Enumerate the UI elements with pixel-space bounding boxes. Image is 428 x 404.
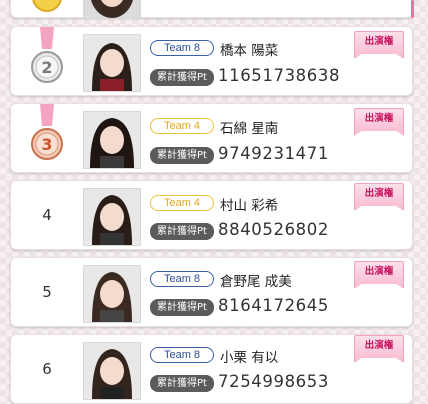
points-value: 8840526802 [218, 220, 329, 239]
member-name: 橋本 陽菜 [220, 43, 279, 59]
gold-medal-icon [32, 0, 62, 12]
rank-number: 4 [42, 206, 52, 224]
ranking-row-2[interactable]: 2 Team 8 橋本 陽菜 累計獲得Pt 11651738638 出演権 [10, 26, 413, 96]
svg-text:3: 3 [41, 135, 52, 154]
rank-cell: 5 [11, 258, 83, 326]
member-name: 石綿 星南 [220, 121, 279, 137]
pt-label: 累計獲得Pt [150, 69, 214, 86]
member-name: 村山 彩希 [220, 198, 279, 214]
member-photo [83, 0, 141, 19]
team-badge: Team 4 [150, 195, 214, 211]
appearance-badge[interactable]: 出演権 [354, 108, 404, 136]
member-name: 倉野尾 成美 [220, 274, 292, 290]
member-photo [83, 188, 141, 246]
ranking-row-4[interactable]: 4 Team 4 村山 彩希 累計獲得Pt 8840526802 出演権 [10, 180, 413, 250]
points-value: 9749231471 [218, 144, 329, 163]
rank-cell: 2 [11, 27, 83, 95]
pt-label: 累計獲得Pt [150, 223, 214, 240]
points-value: 7254998653 [218, 372, 329, 391]
member-photo [83, 342, 141, 400]
team-badge: Team 8 [150, 40, 214, 56]
appearance-badge[interactable]: 出演権 [354, 261, 404, 289]
member-photo [83, 111, 141, 169]
bronze-medal-icon: 3 [31, 104, 63, 160]
rank-cell: 4 [11, 181, 83, 249]
ranking-row-3[interactable]: 3 Team 4 石綿 星南 累計獲得Pt 9749231471 出演権 [10, 103, 413, 173]
silver-medal-icon: 2 [31, 27, 63, 83]
pt-label: 累計獲得Pt [150, 375, 214, 392]
pt-label: 累計獲得Pt [150, 299, 214, 316]
ranking-row-5[interactable]: 5 Team 8 倉野尾 成美 累計獲得Pt 8164172645 出演権 [10, 257, 413, 327]
rank-number: 5 [42, 283, 52, 301]
rank-cell: 3 [11, 104, 83, 172]
team-badge: Team 8 [150, 271, 214, 287]
ranking-row-6[interactable]: 6 Team 8 小栗 有以 累計獲得Pt 7254998653 出演権 [10, 334, 413, 404]
points-value: 8164172645 [218, 296, 329, 315]
pt-label: 累計獲得Pt [150, 147, 214, 164]
scrollbar[interactable] [411, 0, 414, 18]
rank-cell: 6 [11, 335, 83, 403]
team-badge: Team 8 [150, 347, 214, 363]
team-badge: Team 4 [150, 118, 214, 134]
appearance-badge[interactable]: 出演権 [354, 183, 404, 211]
member-name: 小栗 有以 [220, 350, 279, 366]
appearance-badge[interactable]: 出演権 [354, 31, 404, 59]
ranking-row-1[interactable]: 累計獲得Pt 11751451770 [10, 0, 413, 19]
svg-text:2: 2 [41, 58, 52, 77]
member-photo [83, 265, 141, 323]
points-value: 11651738638 [218, 66, 341, 85]
appearance-badge[interactable]: 出演権 [354, 335, 404, 363]
rank-number: 6 [42, 360, 52, 378]
member-photo [83, 34, 141, 92]
rank-cell [11, 0, 83, 17]
